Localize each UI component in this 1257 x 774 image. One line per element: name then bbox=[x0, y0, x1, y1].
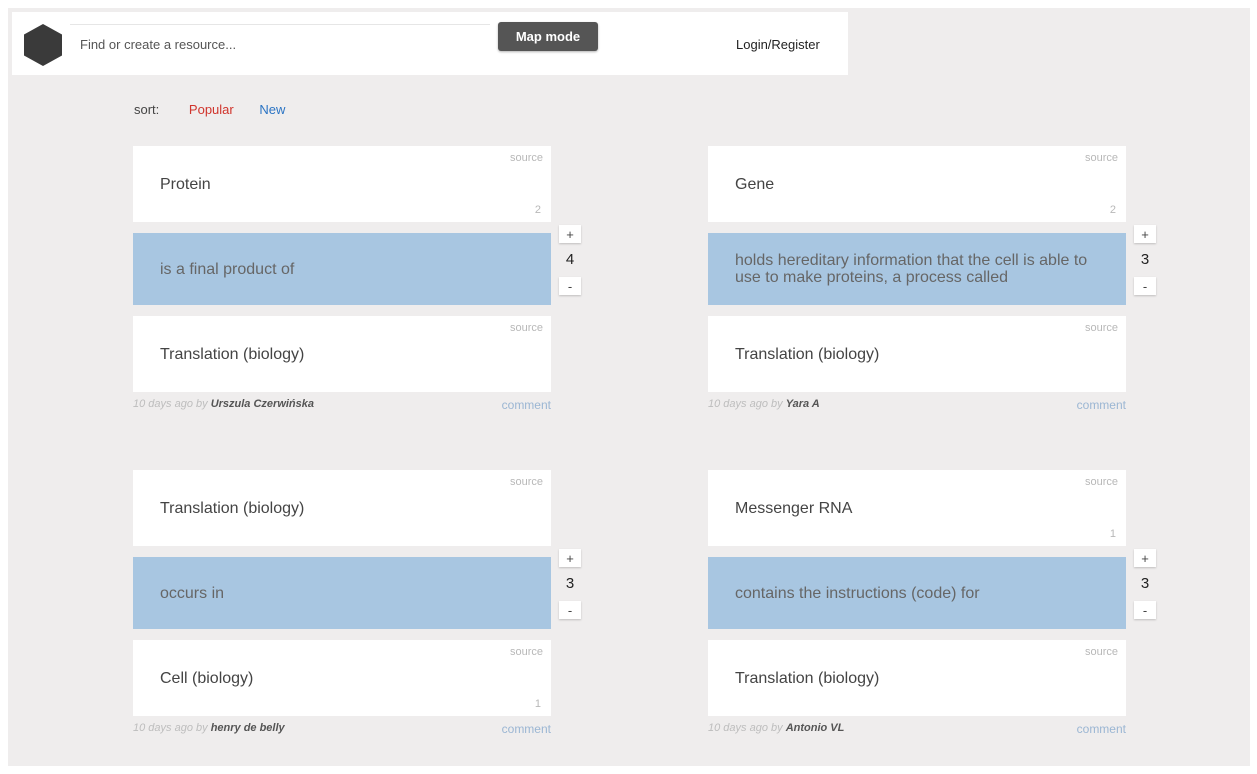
resource-name[interactable]: Translation (biology) bbox=[160, 500, 304, 518]
relation-text: contains the instructions (code) for bbox=[735, 584, 980, 602]
timestamp: 10 days ago by bbox=[708, 398, 783, 410]
source-link[interactable]: source bbox=[1085, 152, 1118, 164]
relation-box[interactable]: is a final product of bbox=[133, 233, 551, 305]
resource-name[interactable]: Translation (biology) bbox=[160, 346, 304, 364]
relation-box[interactable]: holds hereditary information that the ce… bbox=[708, 233, 1126, 305]
comment-link[interactable]: comment bbox=[1077, 722, 1126, 736]
source-link[interactable]: source bbox=[1085, 646, 1118, 658]
resource-name[interactable]: Gene bbox=[735, 176, 774, 194]
object-resource[interactable]: Translation (biology) source bbox=[708, 316, 1126, 392]
source-link[interactable]: source bbox=[510, 476, 543, 488]
relation-text: occurs in bbox=[160, 584, 225, 602]
subject-resource[interactable]: Messenger RNA source 1 bbox=[708, 470, 1126, 546]
resource-name[interactable]: Translation (biology) bbox=[735, 346, 879, 364]
vote-count: 3 bbox=[565, 575, 575, 592]
object-resource[interactable]: Cell (biology) source 1 bbox=[133, 640, 551, 716]
resource-count: 1 bbox=[534, 698, 541, 710]
vote-control: + 3 - bbox=[1134, 225, 1156, 295]
downvote-button[interactable]: - bbox=[559, 601, 581, 619]
resource-name[interactable]: Messenger RNA bbox=[735, 500, 852, 518]
vote-count: 4 bbox=[565, 251, 575, 268]
resource-name[interactable]: Cell (biology) bbox=[160, 670, 253, 688]
vote-control: + 3 - bbox=[559, 549, 581, 619]
vote-count: 3 bbox=[1140, 575, 1150, 592]
relation-card: Translation (biology) source occurs in +… bbox=[133, 470, 723, 746]
source-link[interactable]: source bbox=[1085, 476, 1118, 488]
timestamp: 10 days ago by bbox=[133, 722, 208, 734]
login-register-link[interactable]: Login/Register bbox=[736, 37, 820, 52]
comment-link[interactable]: comment bbox=[502, 398, 551, 412]
upvote-button[interactable]: + bbox=[559, 549, 581, 567]
relation-card: Gene source 2 holds hereditary informati… bbox=[708, 146, 1257, 422]
search-input[interactable] bbox=[70, 24, 490, 64]
source-link[interactable]: source bbox=[510, 152, 543, 164]
author-name[interactable]: henry de belly bbox=[211, 722, 285, 734]
resource-count: 1 bbox=[1109, 528, 1116, 540]
relation-card: Protein source 2 is a final product of +… bbox=[133, 146, 723, 422]
object-resource[interactable]: Translation (biology) source bbox=[708, 640, 1126, 716]
resource-count: 2 bbox=[534, 204, 541, 216]
subject-resource[interactable]: Gene source 2 bbox=[708, 146, 1126, 222]
object-resource[interactable]: Translation (biology) source bbox=[133, 316, 551, 392]
top-bar: Map mode Login/Register bbox=[12, 12, 848, 75]
author-name[interactable]: Urszula Czerwińska bbox=[211, 398, 314, 410]
resource-count: 2 bbox=[1109, 204, 1116, 216]
app-background: Map mode Login/Register sort: Popular Ne… bbox=[8, 8, 1250, 766]
upvote-button[interactable]: + bbox=[1134, 225, 1156, 243]
subject-resource[interactable]: Translation (biology) source bbox=[133, 470, 551, 546]
logo-hexagon-icon[interactable] bbox=[24, 24, 62, 66]
relation-box[interactable]: occurs in bbox=[133, 557, 551, 629]
upvote-button[interactable]: + bbox=[1134, 549, 1156, 567]
card-meta: 10 days ago by henry de belly comment bbox=[133, 722, 551, 736]
subject-resource[interactable]: Protein source 2 bbox=[133, 146, 551, 222]
vote-count: 3 bbox=[1140, 251, 1150, 268]
relation-box[interactable]: contains the instructions (code) for bbox=[708, 557, 1126, 629]
source-link[interactable]: source bbox=[510, 646, 543, 658]
timestamp: 10 days ago by bbox=[133, 398, 208, 410]
source-link[interactable]: source bbox=[1085, 322, 1118, 334]
author-name[interactable]: Yara A bbox=[786, 398, 820, 410]
comment-link[interactable]: comment bbox=[1077, 398, 1126, 412]
vote-control: + 4 - bbox=[559, 225, 581, 295]
relation-text: holds hereditary information that the ce… bbox=[735, 252, 1088, 286]
sort-popular-link[interactable]: Popular bbox=[189, 102, 234, 117]
map-mode-button[interactable]: Map mode bbox=[498, 22, 598, 51]
sort-bar: sort: Popular New bbox=[134, 102, 307, 117]
source-link[interactable]: source bbox=[510, 322, 543, 334]
relation-text: is a final product of bbox=[160, 260, 295, 278]
card-meta: 10 days ago by Yara A comment bbox=[708, 398, 1126, 412]
vote-control: + 3 - bbox=[1134, 549, 1156, 619]
downvote-button[interactable]: - bbox=[559, 277, 581, 295]
sort-new-link[interactable]: New bbox=[259, 102, 285, 117]
resource-name[interactable]: Protein bbox=[160, 176, 211, 194]
sort-label: sort: bbox=[134, 102, 160, 117]
card-meta: 10 days ago by Urszula Czerwińska commen… bbox=[133, 398, 551, 412]
downvote-button[interactable]: - bbox=[1134, 601, 1156, 619]
downvote-button[interactable]: - bbox=[1134, 277, 1156, 295]
timestamp: 10 days ago by bbox=[708, 722, 783, 734]
relation-card: Messenger RNA source 1 contains the inst… bbox=[708, 470, 1257, 746]
upvote-button[interactable]: + bbox=[559, 225, 581, 243]
resource-name[interactable]: Translation (biology) bbox=[735, 670, 879, 688]
comment-link[interactable]: comment bbox=[502, 722, 551, 736]
card-meta: 10 days ago by Antonio VL comment bbox=[708, 722, 1126, 736]
author-name[interactable]: Antonio VL bbox=[786, 722, 845, 734]
